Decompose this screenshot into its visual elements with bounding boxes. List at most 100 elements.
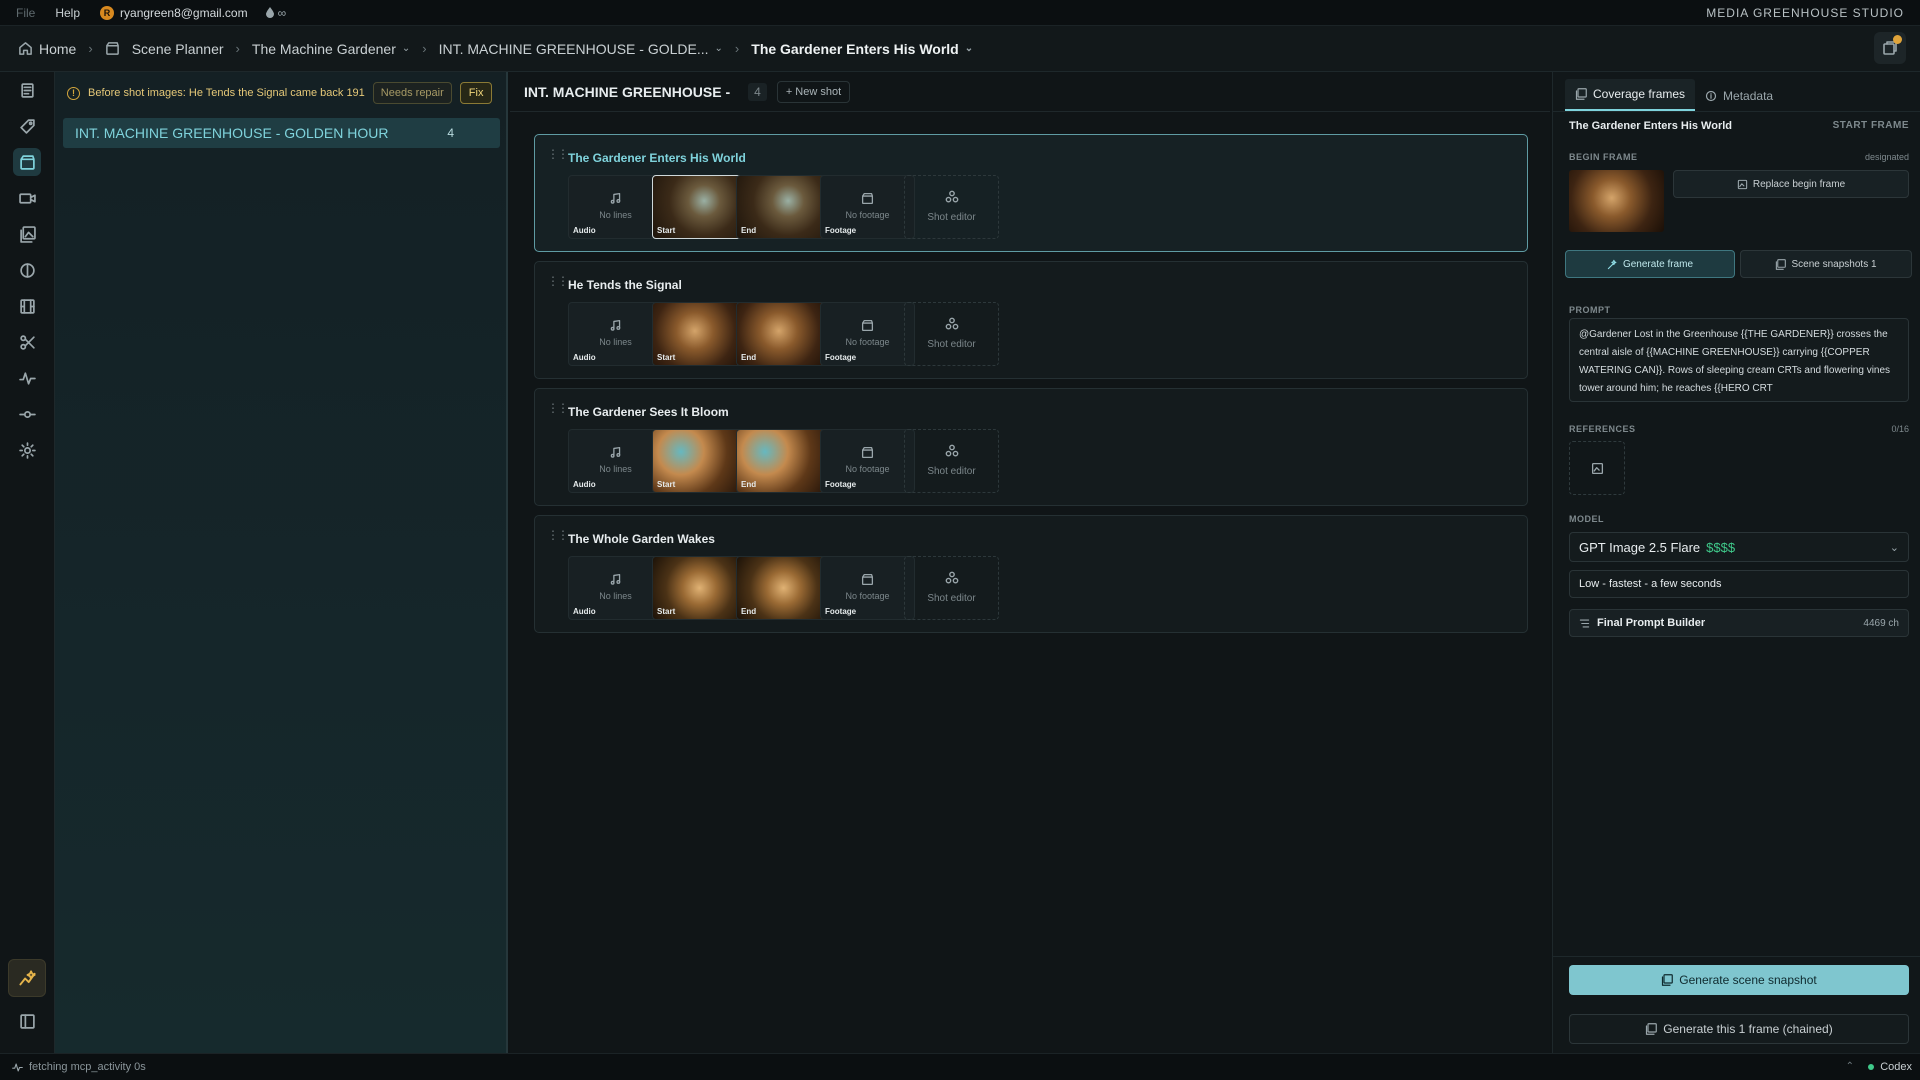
generate-scene-snapshot-button[interactable]: Generate scene snapshot: [1569, 965, 1909, 995]
no-footage-label: No footage: [845, 337, 890, 347]
shot-editor-button[interactable]: Shot editor: [904, 556, 999, 620]
rail-settings-button[interactable]: [13, 436, 41, 464]
start-frame-thumbnail[interactable]: Start: [652, 175, 747, 239]
rail-camera-button[interactable]: [13, 184, 41, 212]
rail-collapse-button[interactable]: [13, 1007, 41, 1035]
drag-handle-icon[interactable]: ⋮⋮: [547, 401, 569, 415]
rail-contrast-button[interactable]: [13, 256, 41, 284]
audio-slot[interactable]: No lines Audio: [568, 556, 663, 620]
audio-tag: Audio: [573, 480, 596, 489]
start-frame-thumbnail[interactable]: Start: [652, 429, 747, 493]
rail-gallery-button[interactable]: [13, 220, 41, 248]
footage-tag: Footage: [825, 226, 857, 235]
new-shot-button[interactable]: + New shot: [776, 80, 851, 103]
rail-storyboard-button[interactable]: [13, 292, 41, 320]
rail-edit-button[interactable]: [13, 328, 41, 356]
audio-slot[interactable]: No lines Audio: [568, 429, 663, 493]
breadcrumb-shot[interactable]: The Gardener Enters His World ⌄: [751, 41, 973, 57]
rail-characters-button[interactable]: [13, 112, 41, 140]
drag-handle-icon[interactable]: ⋮⋮: [547, 274, 569, 288]
shot-editor-button[interactable]: Shot editor: [904, 175, 999, 239]
codex-status[interactable]: Codex: [1868, 1061, 1912, 1073]
replace-begin-frame-button[interactable]: Replace begin frame: [1673, 170, 1909, 198]
breadcrumb-home[interactable]: Home: [18, 41, 76, 57]
end-frame-thumbnail[interactable]: End: [736, 429, 831, 493]
studio-title: MEDIA GREENHOUSE STUDIO: [1706, 6, 1904, 20]
shots-count: 4: [748, 82, 767, 101]
half-circle-icon: [19, 262, 35, 278]
footage-slot[interactable]: No footage Footage: [820, 302, 915, 366]
model-cost: $$$$: [1706, 539, 1736, 555]
pulse-icon: [18, 371, 36, 385]
frame-header: The Gardener Enters His World START FRAM…: [1569, 120, 1909, 132]
audio-slot[interactable]: No lines Audio: [568, 302, 663, 366]
generate-chained-button[interactable]: Generate this 1 frame (chained): [1569, 1014, 1909, 1044]
fix-button[interactable]: Fix: [459, 82, 493, 104]
footage-slot[interactable]: No footage Footage: [820, 175, 915, 239]
menu-help[interactable]: Help: [55, 6, 80, 20]
references-label: REFERENCES: [1569, 424, 1636, 434]
footage-slot[interactable]: No footage Footage: [820, 556, 915, 620]
breadcrumb-project[interactable]: The Machine Gardener ⌄: [252, 41, 410, 57]
tab-coverage-frames[interactable]: Coverage frames: [1565, 79, 1696, 111]
end-frame-thumbnail[interactable]: End: [736, 175, 831, 239]
frame-kind: START FRAME: [1832, 120, 1909, 131]
quality-select[interactable]: Low - fastest - a few seconds: [1569, 570, 1909, 598]
begin-frame-thumbnail[interactable]: [1569, 170, 1664, 232]
end-tag: End: [741, 607, 757, 616]
drag-handle-icon[interactable]: ⋮⋮: [547, 528, 569, 542]
scene-list-item[interactable]: INT. MACHINE GREENHOUSE - GOLDEN HOUR 4: [63, 118, 500, 148]
end-frame-thumbnail[interactable]: End: [736, 556, 831, 620]
end-tag: End: [741, 226, 757, 235]
shot-card[interactable]: ⋮⋮ He Tends the Signal No lines Audio Start E…: [534, 261, 1528, 379]
images-icon: [19, 225, 36, 243]
shot-card[interactable]: ⋮⋮ The Gardener Sees It Bloom No lines Audi…: [534, 388, 1528, 506]
end-tag: End: [741, 353, 757, 362]
avatar[interactable]: R: [100, 5, 115, 20]
chevron-up-icon[interactable]: ⌃: [1846, 1061, 1854, 1072]
model-select[interactable]: GPT Image 2.5 Flare $$$$ ⌄: [1569, 532, 1909, 562]
prompt-label: PROMPT: [1569, 305, 1611, 315]
tab-metadata-label: Metadata: [1723, 89, 1774, 103]
generate-chained-label: Generate this 1 frame (chained): [1663, 1022, 1833, 1036]
audio-slot[interactable]: No lines Audio: [568, 175, 663, 239]
account-email[interactable]: ryangreen8@gmail.com: [120, 6, 248, 20]
breadcrumb-location[interactable]: INT. MACHINE GREENHOUSE - GOLDE... ⌄: [439, 41, 723, 57]
shot-editor-button[interactable]: Shot editor: [904, 302, 999, 366]
scene-snapshots-button[interactable]: Scene snapshots 1: [1740, 250, 1912, 278]
generate-frame-button[interactable]: Generate frame: [1565, 250, 1735, 278]
clapperboard-icon: [861, 319, 874, 332]
footage-tag: Footage: [825, 607, 857, 616]
tab-metadata[interactable]: Metadata: [1695, 81, 1783, 111]
footage-tag: Footage: [825, 353, 857, 362]
prompt-textarea[interactable]: @Gardener Lost in the Greenhouse {{THE G…: [1569, 318, 1909, 402]
audio-tag: Audio: [573, 226, 596, 235]
music-note-icon: [609, 573, 622, 586]
left-rail: [0, 72, 55, 1053]
needs-repair-badge: Needs repair: [372, 82, 452, 104]
shot-card[interactable]: ⋮⋮ The Whole Garden Wakes No lines Audio Sta…: [534, 515, 1528, 633]
shot-card[interactable]: ⋮⋮ The Gardener Enters His World No lines A…: [534, 134, 1528, 252]
rail-activity-button[interactable]: [13, 364, 41, 392]
start-frame-thumbnail[interactable]: Start: [652, 302, 747, 366]
rail-commit-button[interactable]: [13, 400, 41, 428]
clapperboard-icon: [105, 42, 119, 55]
document-icon: [20, 82, 34, 98]
menu-file[interactable]: File: [16, 6, 35, 20]
scene-snapshots-label: Scene snapshots 1: [1791, 258, 1877, 270]
activity-icon: [12, 1063, 23, 1071]
final-prompt-builder-button[interactable]: Final Prompt Builder 4469 ch: [1569, 609, 1909, 637]
add-reference-button[interactable]: [1569, 441, 1625, 495]
end-frame-thumbnail[interactable]: End: [736, 302, 831, 366]
nodes-icon: [945, 444, 959, 458]
rail-script-button[interactable]: [13, 76, 41, 104]
start-frame-thumbnail[interactable]: Start: [652, 556, 747, 620]
rail-scene-planner-button[interactable]: [13, 148, 41, 176]
shot-editor-button[interactable]: Shot editor: [904, 429, 999, 493]
breadcrumb-scene-planner[interactable]: Scene Planner: [105, 41, 224, 57]
chevron-down-icon: ⌄: [401, 43, 411, 54]
drag-handle-icon[interactable]: ⋮⋮: [547, 147, 569, 161]
rail-assistant-button[interactable]: [8, 959, 46, 997]
notifications-button[interactable]: [1874, 32, 1906, 64]
footage-slot[interactable]: No footage Footage: [820, 429, 915, 493]
